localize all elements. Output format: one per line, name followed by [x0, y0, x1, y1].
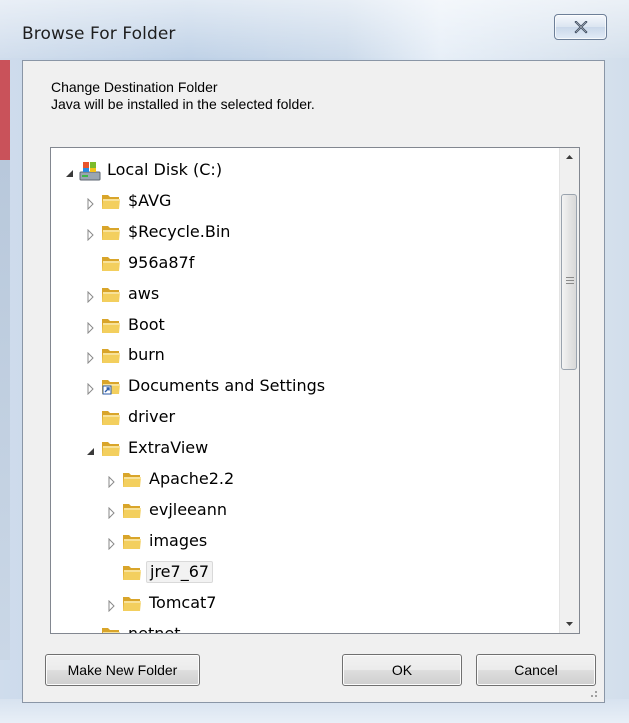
background-window-strip — [0, 60, 10, 160]
scroll-down-arrow-icon[interactable] — [560, 614, 579, 633]
expand-arrow-icon[interactable] — [107, 535, 117, 551]
folder-icon — [100, 438, 122, 458]
make-new-folder-button[interactable]: Make New Folder — [45, 654, 200, 686]
tree-item[interactable]: Documents and Settings — [51, 372, 561, 400]
collapse-arrow-icon[interactable] — [65, 164, 75, 177]
expand-arrow-icon[interactable] — [86, 288, 96, 303]
expand-arrow-icon[interactable] — [86, 226, 96, 242]
tree-item[interactable]: 956a87f — [51, 249, 561, 277]
tree-item[interactable]: Apache2.2 — [51, 465, 561, 493]
tree-item-label: netnet — [128, 623, 181, 634]
expand-arrow-icon[interactable] — [86, 319, 96, 334]
tree-item-label: $AVG — [128, 190, 172, 210]
tree-item[interactable]: images — [51, 527, 561, 555]
tree-item[interactable]: aws — [51, 280, 561, 308]
tree-item-label: ExtraView — [128, 438, 209, 458]
dialog-window: Browse For Folder Change Destination Fol… — [0, 0, 629, 723]
tree-item[interactable]: burn — [51, 341, 561, 369]
tree-item-label: jre7_67 — [146, 560, 214, 583]
resize-grip-icon[interactable] — [586, 686, 598, 698]
collapse-arrow-icon[interactable] — [86, 442, 96, 456]
tree-item[interactable]: Boot — [51, 311, 561, 339]
folder-icon — [121, 531, 143, 551]
scroll-up-arrow-icon[interactable] — [560, 148, 579, 167]
tree-item[interactable]: $AVG — [51, 187, 561, 215]
folder-icon — [121, 500, 143, 520]
tree-item[interactable]: ExtraView — [51, 434, 561, 462]
tree-item-label: driver — [128, 407, 176, 427]
tree-item-label: $Recycle.Bin — [128, 221, 231, 241]
tree-item[interactable]: Local Disk (C:) — [51, 156, 561, 184]
folder-icon — [100, 624, 122, 633]
description: Change Destination Folder Java will be i… — [51, 79, 315, 113]
tree-item-label: Boot — [128, 314, 165, 334]
folder-icon — [121, 562, 143, 582]
thumb-grip-line — [566, 283, 574, 284]
dialog-client-area: Change Destination Folder Java will be i… — [22, 60, 605, 703]
tree-item-label: Local Disk (C:) — [107, 160, 223, 179]
folder-icon — [121, 469, 143, 489]
folder-icon — [100, 315, 122, 335]
tree-item[interactable]: driver — [51, 403, 561, 431]
window-title: Browse For Folder — [22, 24, 176, 44]
description-title: Change Destination Folder — [51, 79, 218, 95]
tree-item-label: 956a87f — [128, 252, 195, 272]
tree-item-label: images — [149, 530, 208, 550]
tree-item-label: Tomcat7 — [149, 592, 217, 612]
tree-item[interactable]: jre7_67 — [51, 558, 561, 586]
folder-icon — [100, 191, 122, 211]
expand-arrow-icon[interactable] — [86, 380, 96, 396]
cancel-button[interactable]: Cancel — [476, 654, 596, 686]
ok-button[interactable]: OK — [342, 654, 462, 686]
description-text: Java will be installed in the selected f… — [51, 96, 315, 112]
folder-icon — [100, 284, 122, 304]
folder-tree[interactable]: Local Disk (C:) $AVG $Recycle.Bin 956a87f aw… — [50, 147, 580, 634]
vertical-scrollbar[interactable] — [559, 148, 579, 633]
tree-item[interactable]: netnet — [51, 620, 561, 634]
tree-item-label: Apache2.2 — [149, 469, 235, 488]
expand-arrow-icon[interactable] — [86, 195, 96, 211]
expand-arrow-icon[interactable] — [107, 473, 117, 489]
close-icon — [574, 21, 588, 34]
tree-item[interactable]: Tomcat7 — [51, 589, 561, 617]
tree-item[interactable]: evjleeann — [51, 496, 561, 524]
folder-icon — [100, 253, 122, 273]
tree-item-label: burn — [128, 345, 165, 365]
folder-icon — [100, 345, 122, 365]
expand-arrow-icon[interactable] — [107, 504, 117, 520]
thumb-grip-line — [566, 280, 574, 281]
tree-item-label: evjleeann — [149, 499, 227, 519]
drive-icon — [79, 160, 101, 181]
scroll-thumb[interactable] — [561, 194, 577, 370]
expand-arrow-icon[interactable] — [107, 597, 117, 612]
tree-item-label: Documents and Settings — [128, 376, 326, 396]
folder-icon — [121, 593, 143, 613]
shortcut-folder-icon — [100, 376, 122, 396]
window-border-left — [0, 160, 10, 660]
tree-item[interactable]: $Recycle.Bin — [51, 218, 561, 246]
close-button[interactable] — [554, 14, 607, 40]
folder-icon — [100, 407, 122, 427]
thumb-grip-line — [566, 277, 574, 278]
expand-arrow-icon[interactable] — [86, 349, 96, 365]
tree-item-label: aws — [128, 283, 160, 303]
folder-icon — [100, 222, 122, 242]
